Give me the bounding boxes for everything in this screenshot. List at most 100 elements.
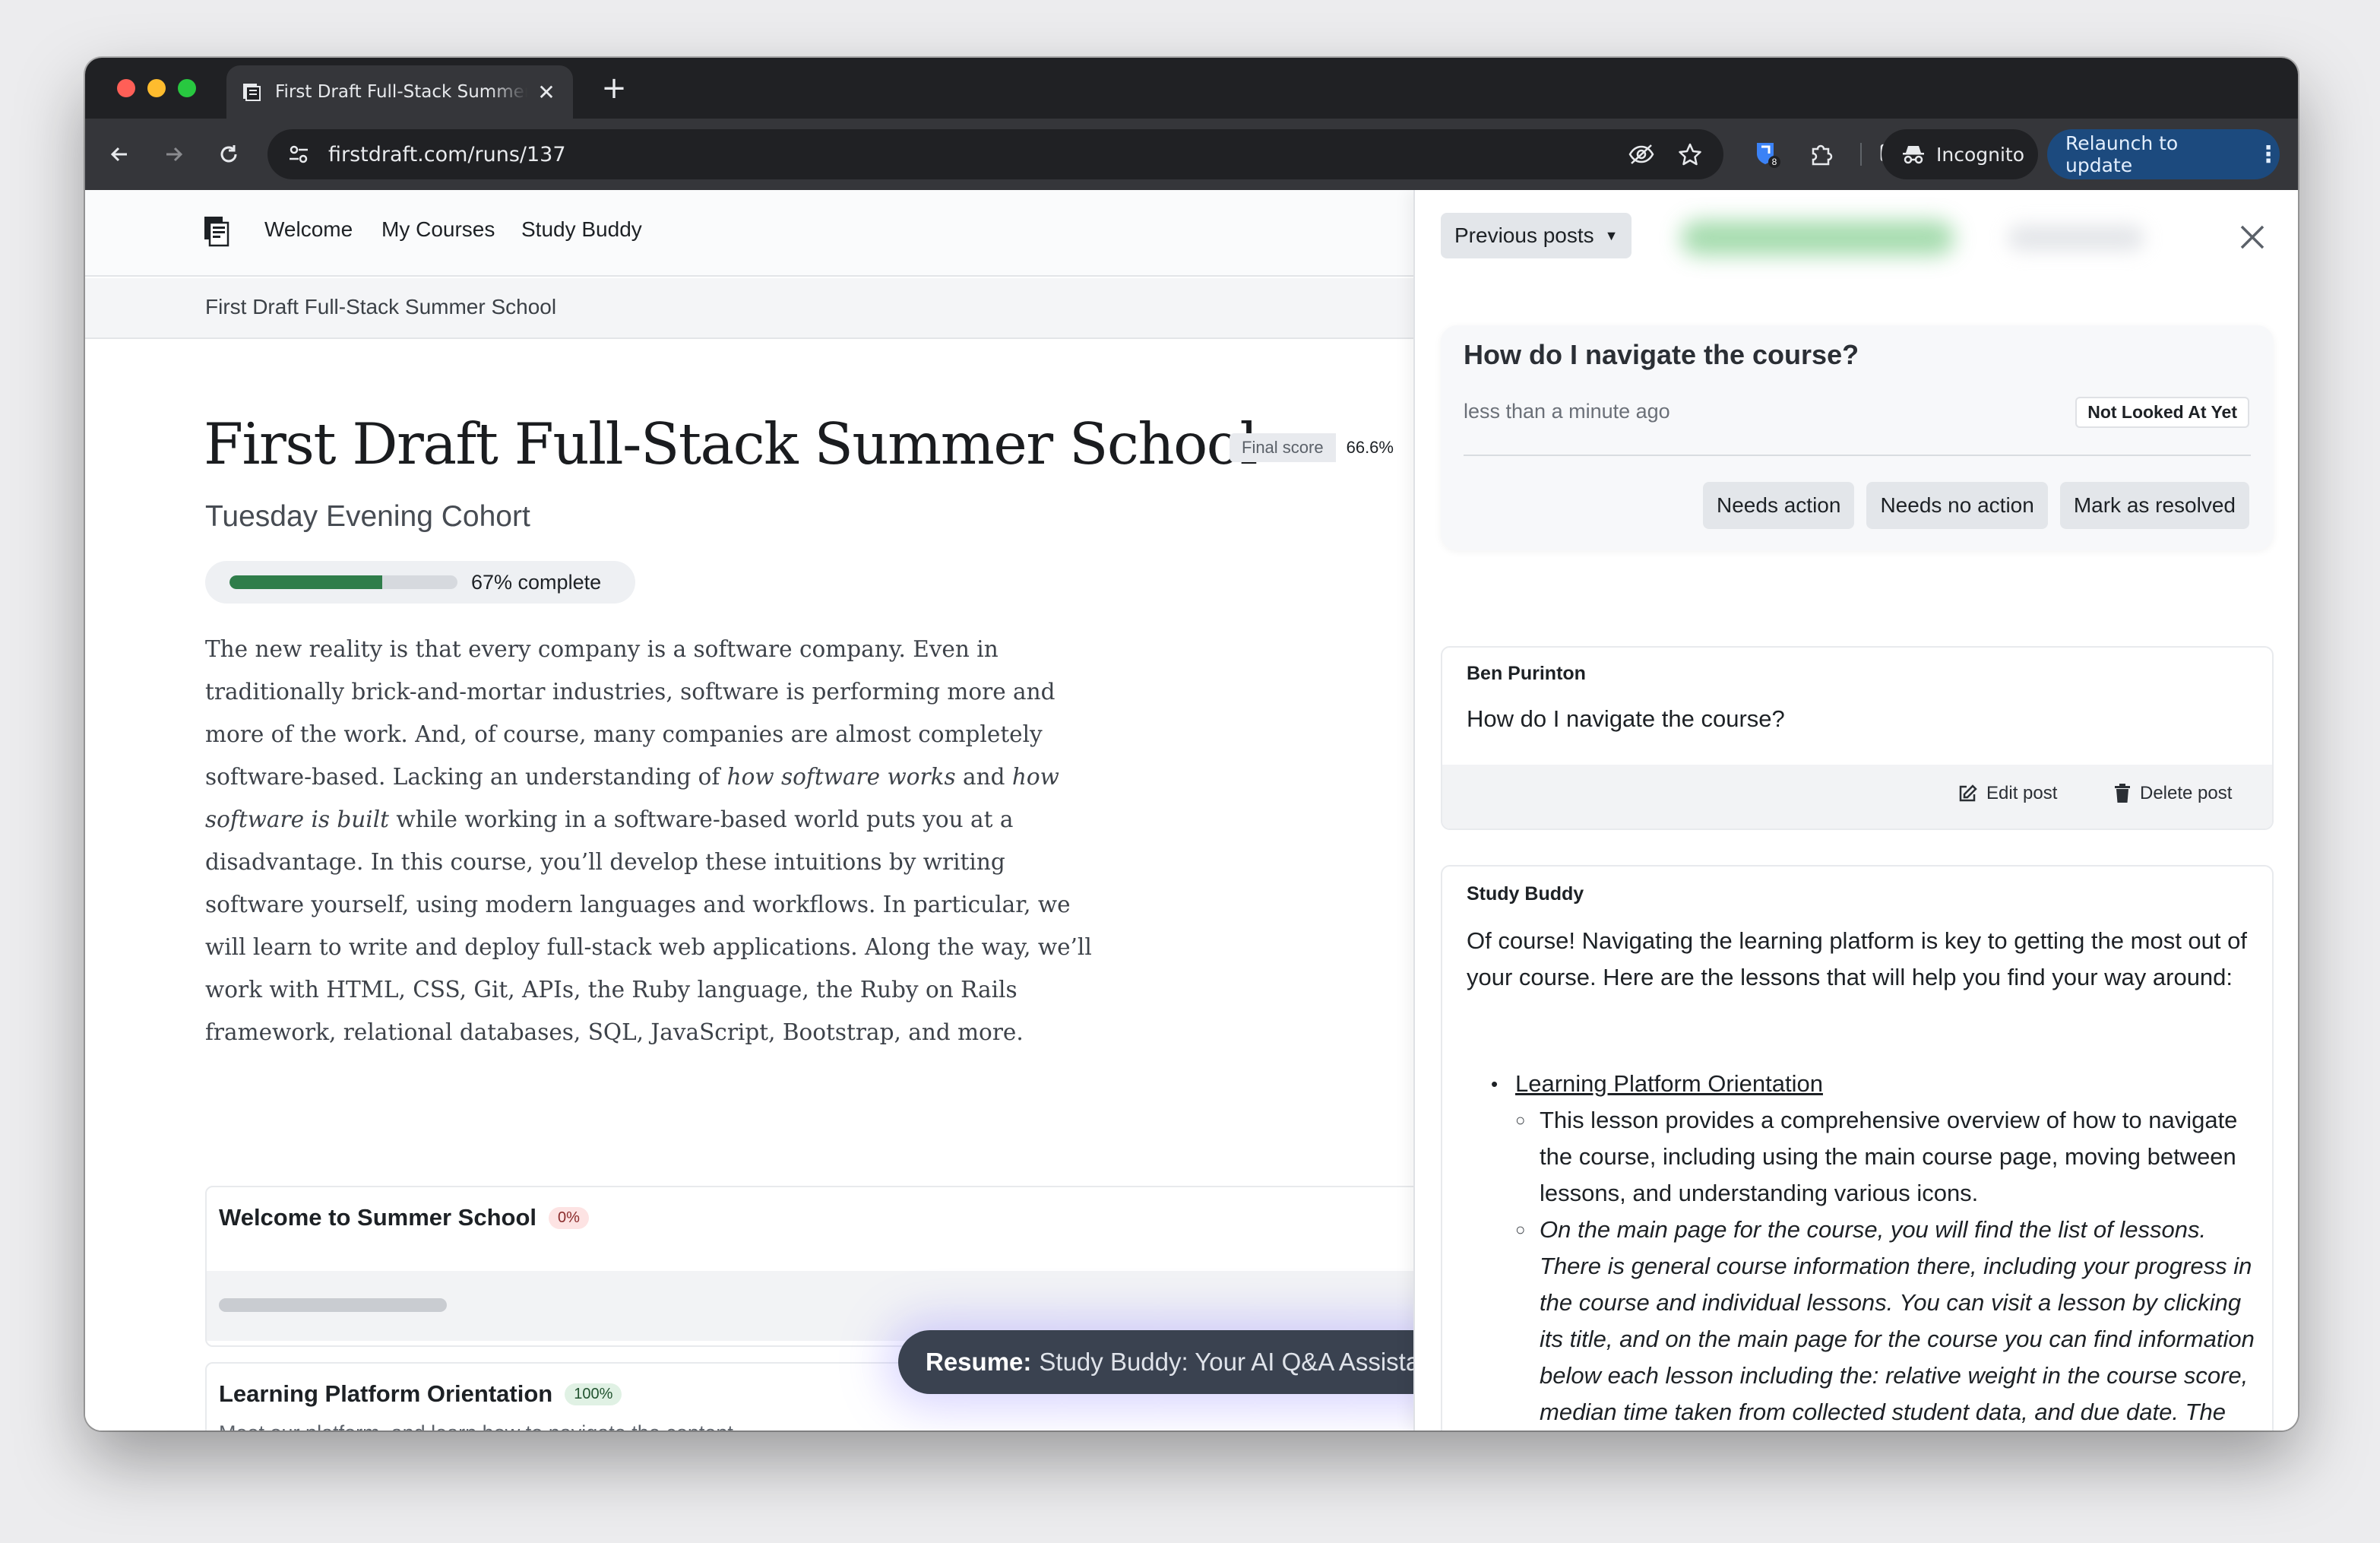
final-score-badge: Final score 66.6% [1230, 432, 1404, 464]
reply-author: Study Buddy [1467, 883, 1584, 905]
close-window-button[interactable] [117, 79, 135, 97]
incognito-indicator[interactable]: Incognito [1882, 129, 2038, 179]
nav-link-welcome[interactable]: Welcome [264, 217, 353, 242]
url-text: firstdraft.com/runs/137 [328, 142, 566, 166]
sub-list: ○ This lesson provides a comprehensive o… [1515, 1102, 2258, 1431]
mark-as-resolved-button[interactable]: Mark as resolved [2059, 482, 2249, 529]
tab-title: First Draft Full-Stack Summer School [275, 82, 527, 102]
maximize-window-button[interactable] [178, 79, 196, 97]
incognito-icon [1903, 146, 1924, 164]
cohort-subtitle: Tuesday Evening Cohort [205, 500, 530, 533]
lesson-progress-bar [219, 1298, 447, 1312]
firstdraft-favicon-icon [242, 82, 261, 102]
blurred-element [2008, 225, 2144, 251]
svg-text:8: 8 [1772, 157, 1777, 167]
reload-button[interactable] [210, 135, 248, 173]
new-tab-button[interactable]: + [596, 71, 632, 105]
firstdraft-logo-icon[interactable] [204, 216, 229, 248]
final-score-value: 66.6% [1335, 433, 1404, 462]
post-author: Ben Purinton [1467, 663, 1586, 684]
lesson-title[interactable]: Welcome to Summer School [219, 1204, 536, 1231]
post-footer: Edit post Delete post [1442, 765, 2272, 829]
status-badge: Not Looked At Yet [2075, 397, 2249, 428]
reload-icon [220, 145, 237, 163]
resume-lesson-title: Study Buddy: Your AI Q&A Assistant [1039, 1348, 1413, 1376]
question-title: How do I navigate the course? [1464, 339, 1859, 370]
user-post-card: Ben Purinton How do I navigate the cours… [1441, 646, 2274, 830]
progress-fill [229, 575, 382, 589]
reply-text: This lesson provides a comprehensive ove… [1540, 1107, 2238, 1206]
puzzle-extensions-icon[interactable] [1806, 138, 1837, 170]
reply-intro: Of course! Navigating the learning platf… [1467, 927, 2247, 990]
lesson-subtitle: Meet our platform, and learn how to navi… [219, 1421, 739, 1431]
needs-action-button[interactable]: Needs action [1703, 482, 1855, 529]
eye-off-icon[interactable] [1626, 139, 1657, 170]
lesson-card-welcome[interactable]: Welcome to Summer School 0% [205, 1186, 1413, 1347]
tab-close-icon[interactable]: ✕ [535, 80, 558, 105]
trash-icon [2115, 784, 2130, 803]
blurred-element [1681, 220, 1954, 255]
nav-link-study-buddy[interactable]: Study Buddy [521, 217, 642, 242]
web-page: Welcome My Courses Study Buddy First Dra… [85, 190, 2298, 1431]
forward-button[interactable] [155, 135, 193, 173]
edit-post-button[interactable]: Edit post [1957, 783, 2057, 804]
back-button[interactable] [100, 135, 138, 173]
reply-list: • Learning Platform Orientation ○ This l… [1491, 1066, 2258, 1431]
nav-link-my-courses[interactable]: My Courses [381, 217, 495, 242]
toolbar-divider [1860, 143, 1862, 166]
list-item: • Learning Platform Orientation [1491, 1066, 2258, 1102]
relaunch-label: Relaunch to update [2065, 132, 2179, 176]
post-body: How do I navigate the course? [1467, 705, 1785, 732]
course-progress: 67% complete [205, 561, 635, 604]
course-main-content: Welcome My Courses Study Buddy First Dra… [85, 190, 1413, 1431]
more-vertical-icon[interactable]: ⋮ [2257, 141, 2280, 168]
lesson-percent-badge: 100% [565, 1383, 622, 1405]
minimize-window-button[interactable] [147, 79, 166, 97]
password-manager-extension-icon[interactable]: 8 [1751, 138, 1783, 170]
breadcrumb-bar: First Draft Full-Stack Summer School [85, 278, 1413, 339]
browser-tab[interactable]: First Draft Full-Stack Summer School ✕ [226, 65, 573, 119]
incognito-label: Incognito [1936, 143, 2025, 166]
relaunch-to-update-button[interactable]: Relaunch to update ⋮ [2047, 129, 2280, 179]
tab-strip: First Draft Full-Stack Summer School ✕ + [85, 58, 2298, 119]
bullet-icon: • [1491, 1072, 1499, 1095]
circle-bullet-icon: ○ [1515, 1220, 1526, 1239]
lesson-link-orientation[interactable]: Learning Platform Orientation [1515, 1066, 1823, 1102]
needs-no-action-button[interactable]: Needs no action [1866, 482, 2048, 529]
final-score-label: Final score [1230, 433, 1336, 462]
lesson-header: Welcome to Summer School 0% [207, 1187, 1413, 1271]
star-bookmark-icon[interactable] [1675, 139, 1705, 170]
arrow-right-icon [166, 147, 183, 162]
question-card: How do I navigate the course? less than … [1441, 325, 2274, 550]
question-actions: Needs action Needs no action Mark as res… [1703, 482, 2249, 529]
site-settings-icon[interactable] [286, 141, 312, 167]
previous-posts-label: Previous posts [1454, 223, 1594, 247]
question-timestamp: less than a minute ago [1464, 400, 1670, 423]
reply-text: On the main page for the course, you wil… [1540, 1216, 2255, 1425]
resume-lesson-button[interactable]: Resume: Study Buddy: Your AI Q&A Assista… [898, 1330, 1413, 1394]
divider [1464, 455, 2251, 456]
bot-reply-card: Study Buddy Of course! Navigating the le… [1441, 865, 2274, 1431]
edit-icon [1959, 784, 1977, 802]
address-bar[interactable]: firstdraft.com/runs/137 [267, 129, 1723, 179]
study-buddy-panel: Previous posts ▼ How do I navigate the c… [1413, 190, 2298, 1431]
breadcrumb[interactable]: First Draft Full-Stack Summer School [205, 295, 556, 319]
lesson-percent-badge: 0% [549, 1207, 589, 1229]
delete-post-button[interactable]: Delete post [2114, 783, 2232, 804]
circle-bullet-icon: ○ [1515, 1111, 1526, 1130]
site-navbar: Welcome My Courses Study Buddy [85, 190, 1413, 277]
course-description: The new reality is that every company is… [205, 636, 1092, 1045]
caret-down-icon: ▼ [1604, 227, 1619, 243]
list-item: ○ On the main page for the course, you w… [1515, 1212, 2258, 1431]
arrow-left-icon [110, 147, 127, 162]
lesson-title[interactable]: Learning Platform Orientation [219, 1380, 552, 1408]
course-title: First Draft Full-Stack Summer School [204, 410, 1258, 477]
progress-track [229, 575, 457, 589]
list-item: ○ This lesson provides a comprehensive o… [1515, 1102, 2258, 1212]
browser-toolbar: firstdraft.com/runs/137 8 Incognito Rela… [85, 119, 2298, 190]
previous-posts-dropdown[interactable]: Previous posts ▼ [1441, 213, 1632, 258]
resume-prefix: Resume: [926, 1348, 1032, 1376]
close-icon[interactable] [2236, 220, 2269, 254]
browser-window: First Draft Full-Stack Summer School ✕ +… [85, 58, 2298, 1431]
progress-label: 67% complete [471, 570, 602, 594]
